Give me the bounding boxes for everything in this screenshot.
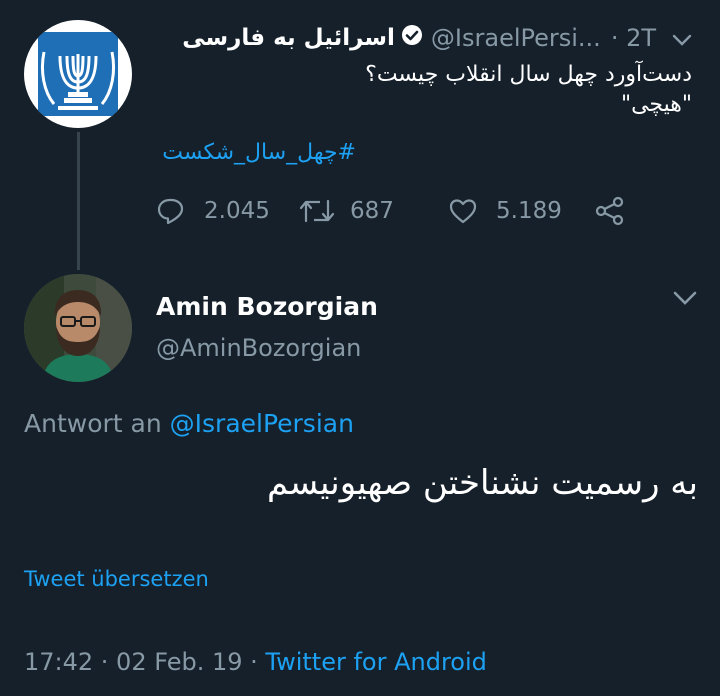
israel-emblem-icon — [38, 32, 118, 116]
source-link[interactable]: Twitter for Android — [265, 648, 486, 676]
handle[interactable]: @IsraelPersi... — [431, 24, 601, 52]
tweet-line: دست‌آورد چهل سال انقلاب چیست؟ — [365, 62, 692, 87]
chevron-down-icon[interactable] — [672, 290, 698, 310]
retweet-count: 687 — [350, 198, 394, 224]
timestamp[interactable]: · 2T — [611, 24, 656, 52]
thread-line — [77, 132, 80, 270]
tweet-meta: 17:42 · 02 Feb. 19 · Twitter for Android — [24, 648, 487, 676]
reply-count: 2.045 — [204, 198, 270, 224]
retweet-button[interactable]: 687 — [298, 192, 394, 230]
avatar[interactable] — [24, 274, 132, 382]
reply-context: Antwort an @IsraelPersian — [24, 409, 354, 438]
display-name[interactable]: Amin Bozorgian — [156, 292, 378, 321]
tweet-header: اسرائیل به فارسی @IsraelPersi... · 2T — [182, 20, 692, 56]
like-count: 5.189 — [496, 198, 562, 224]
translate-link[interactable]: Tweet übersetzen — [24, 567, 209, 591]
heart-icon — [448, 197, 478, 225]
share-button[interactable] — [594, 192, 626, 230]
chevron-down-icon[interactable] — [672, 24, 692, 52]
verified-badge-icon — [401, 24, 423, 52]
reply-button[interactable]: 2.045 — [156, 192, 270, 230]
display-name[interactable]: اسرائیل به فارسی — [182, 25, 395, 51]
reply-handle-link[interactable]: @IsraelPersian — [170, 409, 354, 438]
timestamp: 17:42 · 02 Feb. 19 · — [24, 648, 258, 676]
tweet-text: دست‌آورد چهل سال انقلاب چیست؟ "هیچی" — [152, 60, 692, 120]
tweet-text: به رسمیت نشناختن صهیونیسم — [267, 463, 698, 503]
tweet-line: "هیچی" — [620, 92, 692, 117]
like-button[interactable]: 5.189 — [448, 192, 562, 230]
reply-prefix: Antwort an — [24, 409, 162, 438]
retweet-icon — [298, 197, 336, 225]
avatar[interactable] — [24, 20, 132, 128]
handle[interactable]: @AminBozorgian — [156, 334, 361, 362]
reply-icon — [156, 197, 186, 225]
hashtag-link[interactable]: #چهل_سال_شکست — [162, 140, 356, 165]
share-icon — [594, 196, 626, 226]
